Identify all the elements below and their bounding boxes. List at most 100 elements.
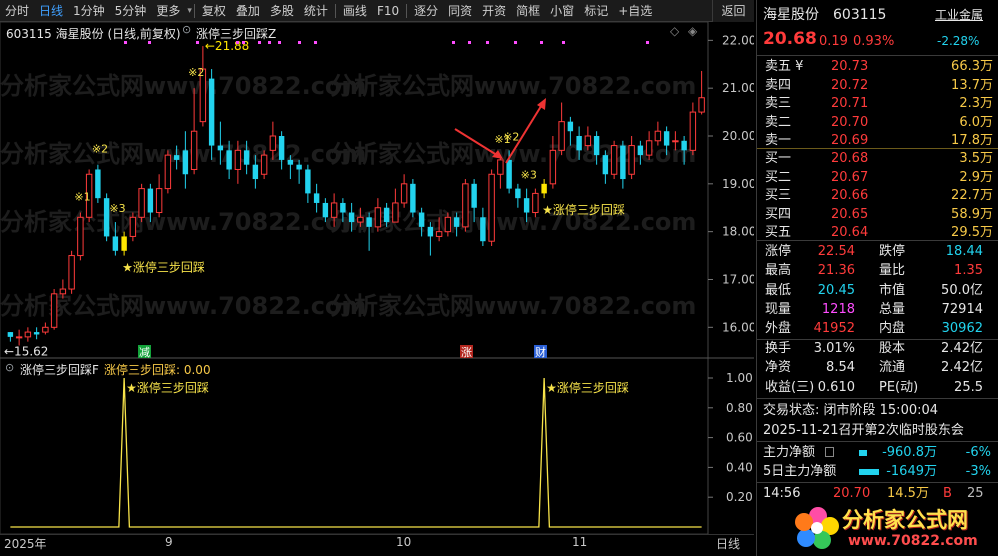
candle-body[interactable] [112, 236, 119, 251]
candle-body[interactable] [322, 202, 329, 218]
candle-body[interactable] [15, 336, 23, 339]
ask-row[interactable]: 卖二 20.70 6.0万 [757, 113, 998, 132]
more-dropdown-icon[interactable]: ▾ [185, 6, 192, 16]
candle-body[interactable] [654, 130, 662, 142]
candle-body[interactable] [129, 216, 137, 237]
bid-row[interactable]: 买三 20.66 22.7万 [757, 186, 998, 205]
candle-body[interactable] [59, 288, 67, 295]
candle-body[interactable] [138, 188, 145, 218]
candle-body[interactable] [400, 183, 408, 204]
candle-body[interactable] [602, 155, 609, 175]
candle-body[interactable] [698, 97, 705, 113]
candle-body[interactable] [515, 188, 521, 199]
toolbar-item-1[interactable]: 日线 [34, 0, 68, 21]
candle-body[interactable] [567, 121, 574, 132]
formula-name[interactable]: 涨停三步回踩Z [196, 25, 276, 42]
candle-body[interactable] [147, 188, 154, 213]
toolbar-item-14[interactable]: 简框 [511, 0, 545, 21]
candle-body[interactable] [689, 111, 697, 151]
candle-body[interactable] [243, 150, 250, 165]
notice[interactable]: 2025-11-21召开第2次临时股东会 [757, 421, 998, 440]
candle-body[interactable] [392, 202, 399, 223]
candle-body[interactable] [549, 149, 557, 185]
candle-body[interactable] [296, 164, 302, 170]
toolbar-item-15[interactable]: 小窗 [545, 0, 579, 21]
candle-body[interactable] [155, 188, 163, 214]
candle-body[interactable] [42, 326, 49, 333]
toolbar-item-10[interactable]: F10 [372, 0, 404, 21]
candle-body[interactable] [427, 226, 434, 237]
toolbar-item-7[interactable]: 多股 [265, 0, 299, 21]
list-icon[interactable] [825, 447, 834, 457]
candle-body[interactable] [366, 217, 372, 227]
toolbar-item-6[interactable]: 叠加 [231, 0, 265, 21]
toolbar-item-16[interactable]: 标记 [579, 0, 613, 21]
toolbar-item-0[interactable]: 分时 [0, 0, 34, 21]
candle-body[interactable] [593, 136, 600, 156]
candle-body[interactable] [410, 183, 416, 213]
toolbar-item-8[interactable]: 统计 [299, 0, 333, 21]
candle-body[interactable] [68, 255, 75, 290]
candle-body[interactable] [558, 121, 565, 151]
ask-row[interactable]: 卖三 20.71 2.3万 [757, 94, 998, 113]
candle-body[interactable] [7, 332, 14, 337]
notice-text[interactable]: 2025-11-21召开第2次临时股东会 [763, 421, 964, 440]
candle-body[interactable] [541, 183, 547, 194]
kline-chart[interactable]: 分析家公式网www.70822.com分析家公式网www.70822.com分析… [0, 22, 754, 534]
toolbar-item-17[interactable]: +自选 [613, 0, 657, 21]
candle-body[interactable] [95, 169, 101, 199]
candle-body[interactable] [217, 145, 224, 151]
candle-body[interactable] [182, 150, 189, 175]
candle-body[interactable] [681, 140, 687, 151]
candle-body[interactable] [444, 216, 452, 233]
candle-body[interactable] [190, 130, 198, 170]
candle-body[interactable] [313, 193, 320, 203]
candle-body[interactable] [663, 131, 670, 146]
candle-body[interactable] [287, 159, 294, 165]
indicator-title[interactable]: 涨停三步回踩F [20, 361, 99, 378]
candle-body[interactable] [453, 217, 460, 227]
candle-body[interactable] [278, 136, 285, 160]
candle-body[interactable] [480, 217, 486, 242]
candle-body[interactable] [620, 145, 626, 180]
candle-body[interactable] [523, 198, 530, 213]
candle-body[interactable] [269, 135, 277, 151]
candle-body[interactable] [435, 231, 443, 237]
candle-body[interactable] [506, 159, 512, 189]
candle-body[interactable] [584, 135, 592, 147]
candle-body[interactable] [24, 331, 32, 338]
chart-area[interactable]: 分析家公式网www.70822.com 分析家公式网www.70822.com 分析… [0, 22, 754, 534]
industry-link[interactable]: 工业金属 [935, 6, 983, 25]
bid-row[interactable]: 买一 20.68 3.5万 [757, 149, 998, 168]
ask-row[interactable]: 卖五 ¥ 20.73 66.3万 [757, 57, 998, 76]
toolbar-item-12[interactable]: 同资 [443, 0, 477, 21]
toolbar-item-11[interactable]: 逐分 [409, 0, 443, 21]
candle-body[interactable] [260, 154, 268, 175]
back-button[interactable]: 返回 [712, 0, 754, 22]
candle-body[interactable] [226, 150, 232, 170]
indicator-dropdown-icon[interactable]: ⊙ [5, 361, 14, 374]
formula-dropdown-icon[interactable]: ⊙ [182, 23, 191, 36]
candle-body[interactable] [462, 183, 469, 228]
candle-body[interactable] [374, 207, 382, 228]
bid-row[interactable]: 买二 20.67 2.9万 [757, 168, 998, 187]
candle-body[interactable] [645, 140, 653, 156]
toolbar-item-13[interactable]: 开资 [477, 0, 511, 21]
candle-body[interactable] [383, 207, 390, 223]
candle-body[interactable] [33, 332, 40, 335]
toolbar-item-3[interactable]: 5分钟 [110, 0, 152, 21]
candle-body[interactable] [637, 145, 644, 156]
ask-row[interactable]: 卖四 20.72 13.7万 [757, 76, 998, 95]
candle-body[interactable] [610, 145, 618, 175]
candle-body[interactable] [497, 159, 504, 175]
candle-body[interactable] [208, 78, 215, 146]
toolbar-item-4[interactable]: 更多 [151, 0, 185, 21]
candle-body[interactable] [77, 216, 84, 257]
bid-row[interactable]: 买四 20.65 58.9万 [757, 205, 998, 224]
candle-body[interactable] [121, 236, 127, 251]
candle-body[interactable] [340, 202, 346, 213]
candle-body[interactable] [234, 149, 242, 170]
candle-body[interactable] [164, 154, 172, 190]
candle-body[interactable] [305, 169, 311, 194]
toolbar-item-9[interactable]: 画线 [338, 0, 372, 21]
